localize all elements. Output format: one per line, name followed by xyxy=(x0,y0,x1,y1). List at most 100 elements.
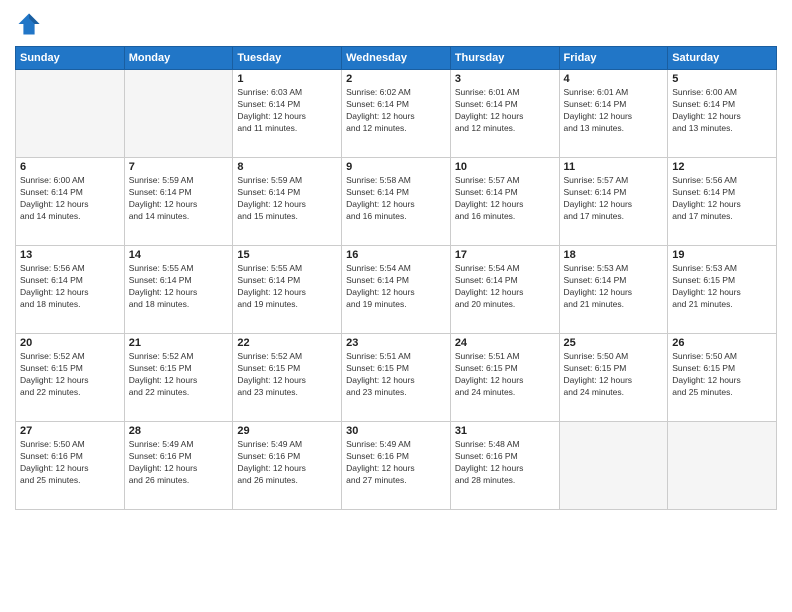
week-row-1: 6 Sunrise: 6:00 AM Sunset: 6:14 PM Daylig… xyxy=(16,158,777,246)
day-number: 18 xyxy=(564,249,664,261)
calendar-cell: 31Sunrise: 5:48 AM Sunset: 6:16 PM Dayli… xyxy=(450,422,559,510)
calendar-cell: 23 Sunrise: 5:51 AM Sunset: 6:15 PM Dayli… xyxy=(342,334,451,422)
day-number: 20 xyxy=(20,337,120,349)
day-number: 17 xyxy=(455,249,555,261)
calendar-cell: 18 Sunrise: 5:53 AM Sunset: 6:14 PM Dayli… xyxy=(559,246,668,334)
calendar-cell: 16Sunrise: 5:54 AM Sunset: 6:14 PM Dayli… xyxy=(342,246,451,334)
day-info: Sunrise: 5:58 AM Sunset: 6:14 PM Dayligh… xyxy=(346,175,446,223)
day-number: 15 xyxy=(237,249,337,261)
day-info: Sunrise: 6:00 AM Sunset: 6:14 PM Dayligh… xyxy=(672,87,772,135)
day-number: 8 xyxy=(237,161,337,173)
week-row-2: 13 Sunrise: 5:56 AM Sunset: 6:14 PM Dayli… xyxy=(16,246,777,334)
calendar-cell: 9 Sunrise: 5:58 AM Sunset: 6:14 PM Daylig… xyxy=(342,158,451,246)
day-info: Sunrise: 5:56 AM Sunset: 6:14 PM Dayligh… xyxy=(20,263,120,311)
calendar-cell: 20 Sunrise: 5:52 AM Sunset: 6:15 PM Dayli… xyxy=(16,334,125,422)
day-info: Sunrise: 5:49 AM Sunset: 6:16 PM Dayligh… xyxy=(237,439,337,487)
day-number: 12 xyxy=(672,161,772,173)
day-number: 16 xyxy=(346,249,446,261)
day-number: 3 xyxy=(455,73,555,85)
day-number: 28 xyxy=(129,425,229,437)
calendar-cell: 11Sunrise: 5:57 AM Sunset: 6:14 PM Dayli… xyxy=(559,158,668,246)
calendar-cell: 26 Sunrise: 5:50 AM Sunset: 6:15 PM Dayli… xyxy=(668,334,777,422)
day-number: 5 xyxy=(672,73,772,85)
calendar-cell: 17Sunrise: 5:54 AM Sunset: 6:14 PM Dayli… xyxy=(450,246,559,334)
calendar-cell: 8Sunrise: 5:59 AM Sunset: 6:14 PM Daylig… xyxy=(233,158,342,246)
day-number: 21 xyxy=(129,337,229,349)
calendar-cell: 30 Sunrise: 5:49 AM Sunset: 6:16 PM Dayli… xyxy=(342,422,451,510)
day-info: Sunrise: 5:57 AM Sunset: 6:14 PM Dayligh… xyxy=(455,175,555,223)
day-info: Sunrise: 6:00 AM Sunset: 6:14 PM Dayligh… xyxy=(20,175,120,223)
page: SundayMondayTuesdayWednesdayThursdayFrid… xyxy=(0,0,792,612)
day-number: 25 xyxy=(564,337,664,349)
weekday-header-tuesday: Tuesday xyxy=(233,47,342,70)
weekday-header-saturday: Saturday xyxy=(668,47,777,70)
day-number: 26 xyxy=(672,337,772,349)
calendar-cell xyxy=(124,70,233,158)
calendar-cell: 29Sunrise: 5:49 AM Sunset: 6:16 PM Dayli… xyxy=(233,422,342,510)
calendar-cell xyxy=(16,70,125,158)
calendar-cell: 24 Sunrise: 5:51 AM Sunset: 6:15 PM Dayli… xyxy=(450,334,559,422)
day-info: Sunrise: 5:55 AM Sunset: 6:14 PM Dayligh… xyxy=(129,263,229,311)
day-info: Sunrise: 5:51 AM Sunset: 6:15 PM Dayligh… xyxy=(346,351,446,399)
calendar-cell xyxy=(559,422,668,510)
day-number: 31 xyxy=(455,425,555,437)
calendar-cell: 3Sunrise: 6:01 AM Sunset: 6:14 PM Daylig… xyxy=(450,70,559,158)
day-info: Sunrise: 5:49 AM Sunset: 6:16 PM Dayligh… xyxy=(346,439,446,487)
day-info: Sunrise: 6:02 AM Sunset: 6:14 PM Dayligh… xyxy=(346,87,446,135)
day-info: Sunrise: 5:49 AM Sunset: 6:16 PM Dayligh… xyxy=(129,439,229,487)
calendar-cell: 12 Sunrise: 5:56 AM Sunset: 6:14 PM Dayli… xyxy=(668,158,777,246)
day-info: Sunrise: 5:50 AM Sunset: 6:15 PM Dayligh… xyxy=(672,351,772,399)
calendar-cell: 21 Sunrise: 5:52 AM Sunset: 6:15 PM Dayli… xyxy=(124,334,233,422)
day-info: Sunrise: 5:59 AM Sunset: 6:14 PM Dayligh… xyxy=(129,175,229,223)
calendar-cell: 1 Sunrise: 6:03 AM Sunset: 6:14 PM Daylig… xyxy=(233,70,342,158)
day-number: 14 xyxy=(129,249,229,261)
day-info: Sunrise: 5:51 AM Sunset: 6:15 PM Dayligh… xyxy=(455,351,555,399)
day-number: 2 xyxy=(346,73,446,85)
day-number: 23 xyxy=(346,337,446,349)
calendar-cell: 6 Sunrise: 6:00 AM Sunset: 6:14 PM Daylig… xyxy=(16,158,125,246)
day-number: 22 xyxy=(237,337,337,349)
day-number: 4 xyxy=(564,73,664,85)
calendar-cell: 4 Sunrise: 6:01 AM Sunset: 6:14 PM Daylig… xyxy=(559,70,668,158)
calendar-cell: 13 Sunrise: 5:56 AM Sunset: 6:14 PM Dayli… xyxy=(16,246,125,334)
calendar-cell: 19 Sunrise: 5:53 AM Sunset: 6:15 PM Dayli… xyxy=(668,246,777,334)
day-info: Sunrise: 5:53 AM Sunset: 6:14 PM Dayligh… xyxy=(564,263,664,311)
day-info: Sunrise: 5:56 AM Sunset: 6:14 PM Dayligh… xyxy=(672,175,772,223)
day-number: 9 xyxy=(346,161,446,173)
day-info: Sunrise: 5:50 AM Sunset: 6:16 PM Dayligh… xyxy=(20,439,120,487)
day-number: 1 xyxy=(237,73,337,85)
day-info: Sunrise: 5:52 AM Sunset: 6:15 PM Dayligh… xyxy=(129,351,229,399)
logo-icon xyxy=(15,10,43,38)
day-number: 13 xyxy=(20,249,120,261)
calendar-cell xyxy=(668,422,777,510)
weekday-header-friday: Friday xyxy=(559,47,668,70)
day-number: 6 xyxy=(20,161,120,173)
calendar-cell: 15 Sunrise: 5:55 AM Sunset: 6:14 PM Dayli… xyxy=(233,246,342,334)
day-info: Sunrise: 5:55 AM Sunset: 6:14 PM Dayligh… xyxy=(237,263,337,311)
calendar-cell: 10 Sunrise: 5:57 AM Sunset: 6:14 PM Dayli… xyxy=(450,158,559,246)
day-number: 24 xyxy=(455,337,555,349)
day-number: 10 xyxy=(455,161,555,173)
weekday-header-monday: Monday xyxy=(124,47,233,70)
calendar-cell: 14 Sunrise: 5:55 AM Sunset: 6:14 PM Dayli… xyxy=(124,246,233,334)
day-info: Sunrise: 6:01 AM Sunset: 6:14 PM Dayligh… xyxy=(564,87,664,135)
weekday-header-sunday: Sunday xyxy=(16,47,125,70)
logo xyxy=(15,10,47,38)
week-row-0: 1 Sunrise: 6:03 AM Sunset: 6:14 PM Daylig… xyxy=(16,70,777,158)
weekday-header-row: SundayMondayTuesdayWednesdayThursdayFrid… xyxy=(16,47,777,70)
day-info: Sunrise: 5:57 AM Sunset: 6:14 PM Dayligh… xyxy=(564,175,664,223)
day-number: 30 xyxy=(346,425,446,437)
calendar-cell: 7Sunrise: 5:59 AM Sunset: 6:14 PM Daylig… xyxy=(124,158,233,246)
day-info: Sunrise: 5:53 AM Sunset: 6:15 PM Dayligh… xyxy=(672,263,772,311)
calendar: SundayMondayTuesdayWednesdayThursdayFrid… xyxy=(15,46,777,510)
calendar-cell: 27Sunrise: 5:50 AM Sunset: 6:16 PM Dayli… xyxy=(16,422,125,510)
day-info: Sunrise: 5:52 AM Sunset: 6:15 PM Dayligh… xyxy=(20,351,120,399)
day-number: 19 xyxy=(672,249,772,261)
week-row-3: 20 Sunrise: 5:52 AM Sunset: 6:15 PM Dayli… xyxy=(16,334,777,422)
calendar-cell: 28 Sunrise: 5:49 AM Sunset: 6:16 PM Dayli… xyxy=(124,422,233,510)
day-info: Sunrise: 5:50 AM Sunset: 6:15 PM Dayligh… xyxy=(564,351,664,399)
calendar-cell: 2 Sunrise: 6:02 AM Sunset: 6:14 PM Daylig… xyxy=(342,70,451,158)
day-info: Sunrise: 6:03 AM Sunset: 6:14 PM Dayligh… xyxy=(237,87,337,135)
week-row-4: 27Sunrise: 5:50 AM Sunset: 6:16 PM Dayli… xyxy=(16,422,777,510)
calendar-cell: 22Sunrise: 5:52 AM Sunset: 6:15 PM Dayli… xyxy=(233,334,342,422)
